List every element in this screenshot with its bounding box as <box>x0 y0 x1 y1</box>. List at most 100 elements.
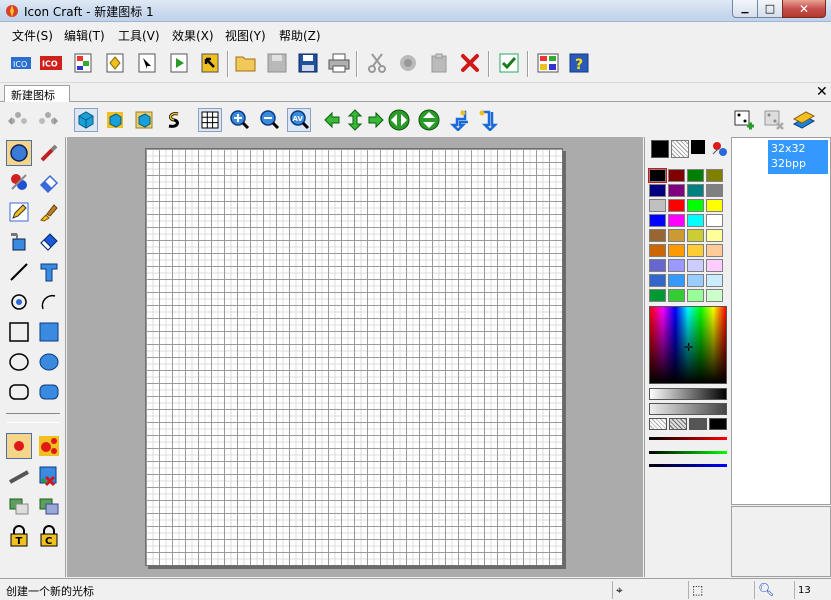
rotate-right-button[interactable] <box>36 108 60 132</box>
red-channel-slider[interactable] <box>649 437 727 440</box>
magic-wand-tool[interactable] <box>36 140 62 166</box>
close-button[interactable]: ✕ <box>782 0 826 18</box>
apply-button[interactable] <box>496 50 522 76</box>
zoom-out-button[interactable] <box>257 108 281 132</box>
zoom-actual-button[interactable]: AV <box>287 108 311 132</box>
palette-swatch[interactable] <box>668 259 685 272</box>
color-picker-tool[interactable] <box>6 169 32 195</box>
palette-swatch[interactable] <box>649 199 666 212</box>
line-width-selector[interactable] <box>6 413 60 423</box>
remove-image-button[interactable] <box>762 108 786 132</box>
palette-swatch[interactable] <box>706 229 723 242</box>
add-image-button[interactable] <box>732 108 756 132</box>
brush-large-tool[interactable] <box>36 433 62 459</box>
print-button[interactable] <box>326 50 352 76</box>
flip-vertical-button[interactable] <box>417 108 441 132</box>
help-button[interactable]: ? <box>566 50 592 76</box>
cut-button[interactable] <box>364 50 390 76</box>
menu-effects[interactable]: 效果(X) <box>170 27 216 44</box>
flip-horizontal-button[interactable] <box>387 108 411 132</box>
lock-color-tool[interactable]: C <box>36 523 62 549</box>
palette-swatch[interactable] <box>687 244 704 257</box>
ellipse-outline-tool[interactable] <box>6 349 32 375</box>
ellipse-filled-tool[interactable] <box>36 349 62 375</box>
palette-swatch[interactable] <box>668 274 685 287</box>
grid-toggle-button[interactable] <box>198 108 222 132</box>
palette-swatch[interactable] <box>706 274 723 287</box>
open-button[interactable] <box>233 50 259 76</box>
paint-brush-tool[interactable] <box>36 199 62 225</box>
palette-swatch[interactable] <box>687 169 704 182</box>
palette-swatch[interactable] <box>687 199 704 212</box>
palette-swatch[interactable] <box>706 199 723 212</box>
palette-swatch[interactable] <box>668 244 685 257</box>
spray-tool[interactable] <box>36 229 62 255</box>
palette-swatch[interactable] <box>706 259 723 272</box>
copy-button[interactable] <box>395 50 421 76</box>
paste-button[interactable] <box>426 50 452 76</box>
ellipse-select-tool[interactable] <box>6 289 32 315</box>
layers-button[interactable] <box>792 108 816 132</box>
image-list-button[interactable] <box>535 50 561 76</box>
new-ico-button[interactable]: ICO <box>38 50 64 76</box>
opaque-mode-tool[interactable] <box>36 493 62 519</box>
antialias-off-tool[interactable] <box>36 463 62 489</box>
swap-colors-icon[interactable] <box>691 140 705 154</box>
alpha-slider[interactable] <box>649 403 727 415</box>
palette-swatch[interactable] <box>668 169 685 182</box>
menu-edit[interactable]: 编辑(T) <box>62 27 107 44</box>
grayscale-slider[interactable] <box>649 388 727 400</box>
palette-swatch[interactable] <box>649 184 666 197</box>
new-icon-button[interactable]: ICO <box>8 50 34 76</box>
delete-button[interactable] <box>457 50 483 76</box>
save-button[interactable] <box>295 50 321 76</box>
rotate-left-button[interactable] <box>6 108 30 132</box>
new-image-button[interactable] <box>102 50 128 76</box>
palette-swatch[interactable] <box>687 229 704 242</box>
arc-tool[interactable] <box>36 289 62 315</box>
foreground-color-swatch[interactable] <box>651 140 669 158</box>
palette-swatch[interactable] <box>706 214 723 227</box>
palette-swatch[interactable] <box>649 289 666 302</box>
palette-swatch[interactable] <box>668 199 685 212</box>
icon-edit-canvas[interactable] <box>145 148 563 566</box>
palette-swatch[interactable] <box>706 244 723 257</box>
lock-transparent-tool[interactable]: T <box>6 523 32 549</box>
palette-swatch[interactable] <box>687 184 704 197</box>
green-channel-slider[interactable] <box>649 451 727 454</box>
palette-swatch[interactable] <box>668 214 685 227</box>
shift-left-button[interactable] <box>320 108 344 132</box>
palette-swatch[interactable] <box>668 184 685 197</box>
shift-right-button[interactable] <box>364 108 388 132</box>
color-sample-icon[interactable] <box>711 140 729 158</box>
rectangle-outline-tool[interactable] <box>6 319 32 345</box>
rotate-ccw-button[interactable] <box>446 108 470 132</box>
palette-swatch[interactable] <box>649 214 666 227</box>
export-button[interactable] <box>197 50 223 76</box>
palette-swatch[interactable] <box>687 274 704 287</box>
rotate-cw-button[interactable] <box>476 108 500 132</box>
palette-swatch[interactable] <box>687 259 704 272</box>
text-tool[interactable] <box>36 259 62 285</box>
palette-swatch[interactable] <box>649 244 666 257</box>
document-tab[interactable]: 新建图标 1 <box>4 85 70 116</box>
rectangle-filled-tool[interactable] <box>36 319 62 345</box>
new-cursor-file-button[interactable] <box>134 50 160 76</box>
view-3d-yellow-button[interactable] <box>103 108 127 132</box>
palette-swatch[interactable] <box>668 229 685 242</box>
palette-swatch[interactable] <box>648 168 667 183</box>
palette-swatch[interactable] <box>706 169 723 182</box>
zoom-in-button[interactable] <box>227 108 251 132</box>
menu-file[interactable]: 文件(S) <box>10 27 55 44</box>
view-3d-grid-button[interactable] <box>132 108 156 132</box>
transparent-mode-tool[interactable] <box>6 493 32 519</box>
transparent-color-swatch[interactable] <box>671 140 689 158</box>
play-button[interactable] <box>166 50 192 76</box>
select-circle-tool[interactable] <box>6 140 32 166</box>
palette-swatch[interactable] <box>649 259 666 272</box>
brush-small-tool[interactable] <box>6 433 32 459</box>
menu-view[interactable]: 视图(Y) <box>223 27 268 44</box>
tab-close-icon[interactable]: ✕ <box>816 84 828 100</box>
minimize-button[interactable]: ▁ <box>732 0 758 18</box>
new-cursor-button[interactable] <box>70 50 96 76</box>
